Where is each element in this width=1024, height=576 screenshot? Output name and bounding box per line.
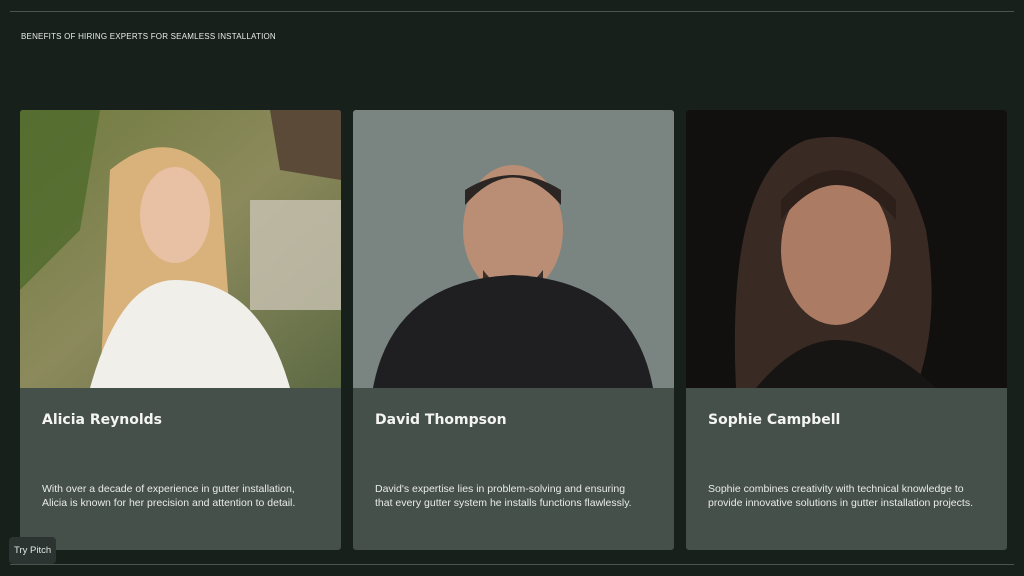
team-card-alicia: Alicia Reynolds With over a decade of ex… [20, 110, 341, 550]
team-member-bio: David's expertise lies in problem-solvin… [375, 483, 632, 509]
bottom-divider [10, 564, 1014, 565]
sophie-photo [686, 110, 1007, 388]
team-member-bio: Sophie combines creativity with technica… [708, 483, 973, 509]
alicia-photo [20, 110, 341, 388]
team-card-david: David Thompson David's expertise lies in… [353, 110, 674, 550]
top-divider [10, 11, 1014, 12]
try-pitch-button[interactable]: Try Pitch [9, 537, 57, 564]
david-photo [353, 110, 674, 388]
team-member-bio: With over a decade of experience in gutt… [42, 483, 296, 509]
team-member-name: David Thompson [375, 412, 507, 428]
section-eyebrow: BENEFITS OF HIRING EXPERTS FOR SEAMLESS … [21, 32, 276, 41]
team-member-name: Sophie Campbell [708, 412, 841, 428]
team-member-name: Alicia Reynolds [42, 412, 162, 428]
team-card-sophie: Sophie Campbell Sophie combines creativi… [686, 110, 1007, 550]
